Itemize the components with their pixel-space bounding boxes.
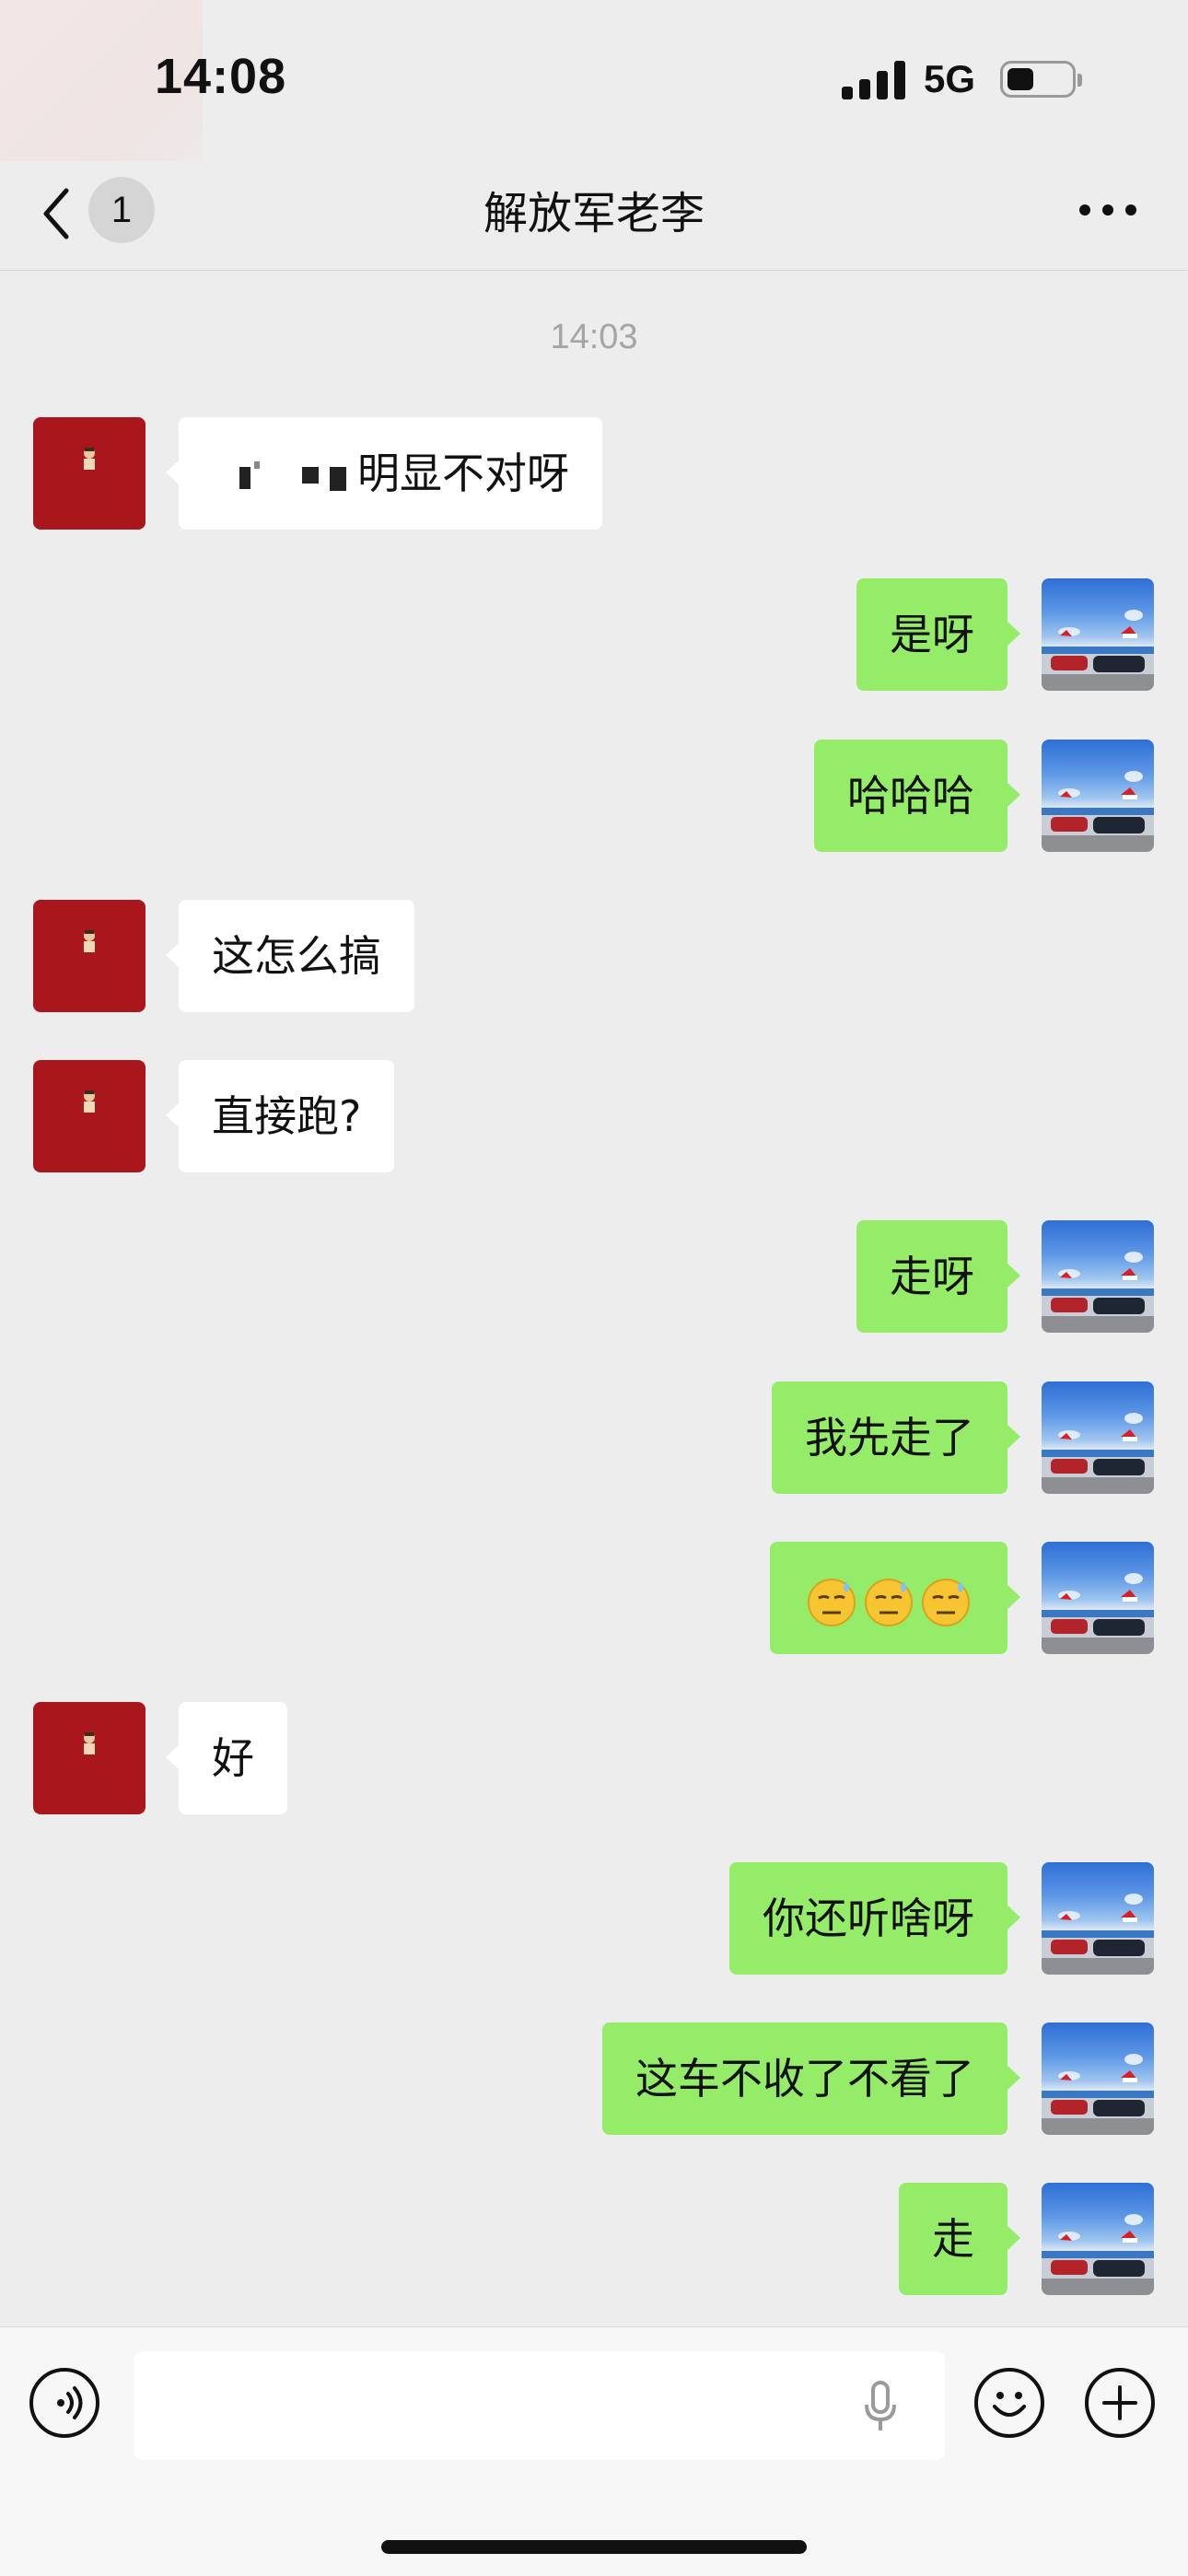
my-avatar[interactable] xyxy=(1042,1862,1154,1975)
message-bubble[interactable]: 我先走了 xyxy=(772,1381,1020,1494)
contact-avatar[interactable] xyxy=(33,417,146,530)
message-bubble[interactable] xyxy=(770,1542,1020,1654)
plus-icon[interactable] xyxy=(1085,2368,1155,2438)
my-avatar[interactable] xyxy=(1042,2022,1154,2135)
message-row: 这怎么搞 xyxy=(0,900,1188,1014)
message-input[interactable] xyxy=(134,2351,945,2460)
message-row: 这车不收了不看了 xyxy=(0,2022,1188,2137)
mic-icon[interactable] xyxy=(864,2381,897,2432)
voice-icon[interactable] xyxy=(29,2368,99,2438)
message-row: 明显不对呀 xyxy=(0,417,1188,531)
emoji-icon[interactable] xyxy=(974,2368,1044,2438)
sweat-emoji-icon xyxy=(808,1578,856,1626)
message-timestamp: 14:03 xyxy=(550,318,638,356)
signal-icon xyxy=(842,61,906,99)
sweat-emoji-icon xyxy=(922,1578,970,1626)
message-row: 直接跑? xyxy=(0,1060,1188,1174)
message-text: 你还听啥呀 xyxy=(763,1894,974,1943)
message-bubble[interactable]: 好 xyxy=(166,1702,287,1814)
contact-avatar[interactable] xyxy=(33,1702,146,1814)
status-time: 14:08 xyxy=(155,49,287,104)
message-text: 这怎么搞 xyxy=(212,931,381,981)
battery-icon xyxy=(1000,61,1082,98)
status-bar: 14:08 5G xyxy=(0,0,1188,267)
message-row: 我先走了 xyxy=(0,1381,1188,1496)
redacted-text xyxy=(212,456,350,498)
message-text: 直接跑? xyxy=(212,1091,362,1141)
message-row: 好 xyxy=(0,1702,1188,1816)
message-text: 哈哈哈 xyxy=(847,771,974,821)
my-avatar[interactable] xyxy=(1042,740,1154,852)
message-bubble[interactable]: 明显不对呀 xyxy=(166,417,602,530)
message-bubble[interactable]: 这怎么搞 xyxy=(166,900,414,1012)
my-avatar[interactable] xyxy=(1042,1542,1154,1654)
message-bubble[interactable]: 走 xyxy=(899,2183,1020,2295)
message-row: 走 xyxy=(0,2183,1188,2297)
my-avatar[interactable] xyxy=(1042,1381,1154,1494)
contact-avatar[interactable] xyxy=(33,1060,146,1172)
message-row: 哈哈哈 xyxy=(0,740,1188,854)
message-row: 你还听啥呀 xyxy=(0,1862,1188,1976)
message-bubble[interactable]: 这车不收了不看了 xyxy=(602,2022,1020,2135)
message-text: 我先走了 xyxy=(805,1413,974,1463)
message-bubble[interactable]: 是呀 xyxy=(856,578,1020,691)
chat-header: 1 解放军老李 xyxy=(0,161,1188,271)
home-indicator[interactable] xyxy=(381,2540,807,2554)
network-label: 5G xyxy=(924,57,976,100)
my-avatar[interactable] xyxy=(1042,578,1154,691)
message-row: 走呀 xyxy=(0,1220,1188,1335)
chat-title: 解放军老李 xyxy=(483,188,705,239)
message-row xyxy=(0,1542,1188,1656)
message-bubble[interactable]: 走呀 xyxy=(856,1220,1020,1333)
contact-avatar[interactable] xyxy=(33,900,146,1012)
more-dots-icon[interactable] xyxy=(1079,203,1136,217)
message-bubble[interactable]: 直接跑? xyxy=(165,1060,395,1172)
my-avatar[interactable] xyxy=(1042,2183,1154,2295)
message-text: 走呀 xyxy=(890,1252,974,1301)
message-text: 好 xyxy=(212,1733,254,1783)
input-bar xyxy=(0,2326,1188,2576)
message-text: 这车不收了不看了 xyxy=(635,2054,974,2104)
message-text: 走 xyxy=(932,2214,974,2264)
message-bubble[interactable]: 你还听啥呀 xyxy=(729,1862,1020,1975)
sweat-emoji-icon xyxy=(865,1578,913,1626)
message-row: 是呀 xyxy=(0,578,1188,693)
message-bubble[interactable]: 哈哈哈 xyxy=(814,740,1020,852)
message-text: 明显不对呀 xyxy=(357,449,569,498)
my-avatar[interactable] xyxy=(1042,1220,1154,1333)
message-text: 是呀 xyxy=(890,610,974,659)
